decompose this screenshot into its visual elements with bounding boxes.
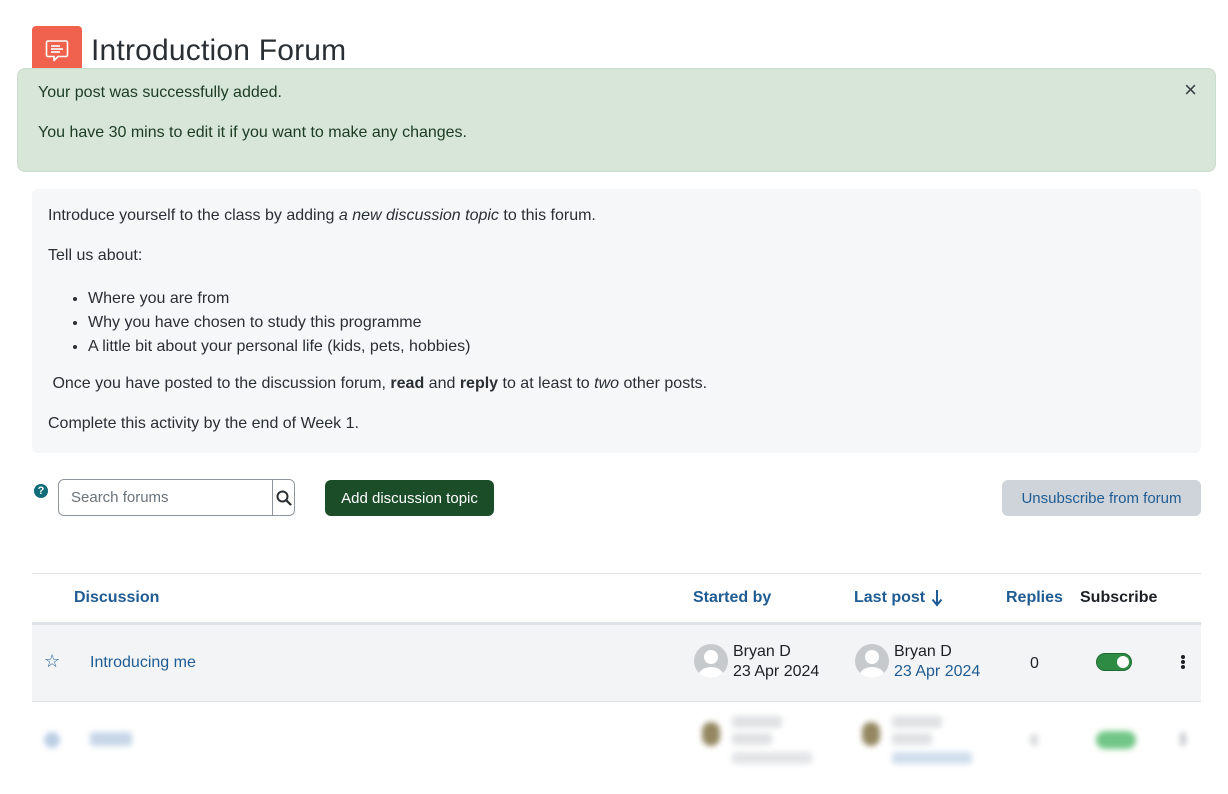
- last-post-name: Bryan D: [894, 643, 952, 660]
- search-input[interactable]: [59, 480, 272, 515]
- search-icon: [276, 490, 292, 506]
- alert-edit-notice: You have 30 mins to edit it if you want …: [38, 124, 467, 141]
- blurred-date: [732, 752, 812, 764]
- intro-paragraph-4: Complete this activity by the end of Wee…: [48, 415, 359, 432]
- intro-paragraph-1: Introduce yourself to the class by addin…: [48, 207, 596, 224]
- discussion-link[interactable]: Introducing me: [90, 654, 196, 672]
- blurred-name-2: [732, 733, 772, 745]
- alert-message: Your post was successfully added.: [38, 84, 282, 101]
- column-header-subscribe: Subscribe: [1080, 589, 1158, 606]
- list-item: Where you are from: [88, 287, 470, 311]
- subscribe-toggle[interactable]: [1096, 653, 1132, 671]
- replies-count[interactable]: 0: [1030, 655, 1039, 673]
- list-item: A little bit about your personal life (k…: [88, 335, 470, 359]
- avatar: [862, 722, 880, 746]
- blurred-replies: [1030, 734, 1038, 746]
- subscribe-toggle: [1096, 731, 1136, 749]
- table-row: ☆ Introducing me Bryan D 23 Apr 2024 Bry…: [32, 625, 1201, 702]
- search-button[interactable]: [272, 480, 294, 515]
- started-by-date: 23 Apr 2024: [733, 663, 820, 680]
- intro-paragraph-3: Once you have posted to the discussion f…: [48, 375, 708, 392]
- star-icon[interactable]: ☆: [44, 652, 60, 670]
- column-header-started-by[interactable]: Started by: [693, 589, 771, 607]
- close-icon[interactable]: ×: [1184, 79, 1197, 101]
- page-title: Introduction Forum: [91, 34, 347, 68]
- search-box: [58, 479, 295, 516]
- avatar: [702, 722, 720, 746]
- intro-paragraph-2: Tell us about:: [48, 247, 143, 264]
- more-options-icon[interactable]: [1180, 655, 1186, 669]
- blurred-name: [892, 716, 942, 728]
- column-header-discussion[interactable]: Discussion: [74, 589, 159, 607]
- sort-down-arrow-icon: [931, 590, 943, 607]
- blurred-name-2: [892, 733, 932, 745]
- blurred-name: [732, 716, 782, 728]
- table-divider: [32, 573, 1201, 574]
- add-discussion-topic-button[interactable]: Add discussion topic: [325, 480, 494, 516]
- more-options-icon: [1180, 732, 1186, 746]
- unsubscribe-button[interactable]: Unsubscribe from forum: [1002, 480, 1201, 516]
- help-icon[interactable]: ?: [34, 484, 48, 498]
- column-header-last-post[interactable]: Last post: [854, 589, 943, 607]
- avatar: [694, 644, 728, 678]
- blurred-date: [892, 752, 972, 764]
- table-row-blurred: [32, 702, 1201, 778]
- toggle-knob: [1117, 656, 1129, 668]
- star-icon: [44, 732, 60, 748]
- intro-bullet-list: Where you are from Why you have chosen t…: [48, 287, 470, 359]
- blurred-discussion-link: [90, 732, 132, 746]
- forum-page: Introduction Forum Your post was success…: [0, 0, 1228, 794]
- started-by-name: Bryan D: [733, 643, 791, 660]
- forum-intro: Introduce yourself to the class by addin…: [32, 189, 1201, 453]
- last-post-date-link[interactable]: 23 Apr 2024: [894, 663, 980, 681]
- column-header-replies[interactable]: Replies: [1006, 589, 1063, 607]
- success-alert: Your post was successfully added. You ha…: [17, 68, 1216, 172]
- avatar: [855, 644, 889, 678]
- list-item: Why you have chosen to study this progra…: [88, 311, 470, 335]
